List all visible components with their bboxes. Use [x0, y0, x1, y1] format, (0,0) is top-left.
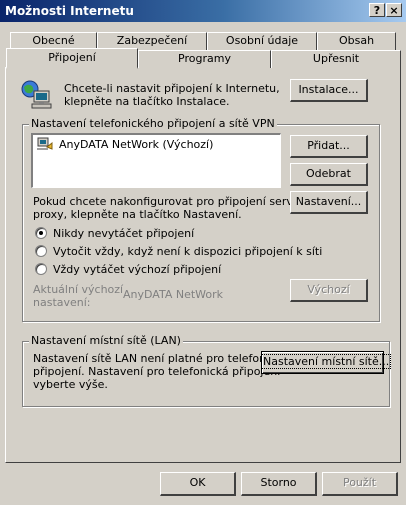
- radio-always-dial[interactable]: [35, 263, 47, 275]
- dialup-group-label: Nastavení telefonického připojení a sítě…: [29, 117, 277, 130]
- current-default-label-line2: nastavení:: [33, 296, 91, 309]
- tab-pripojeni[interactable]: Připojení: [6, 48, 138, 69]
- radio-dial-when-no-network-label[interactable]: Vytočit vždy, když není k dispozici přip…: [53, 245, 322, 258]
- tab-upresnit[interactable]: Upřesnit: [271, 50, 401, 68]
- window-title: Možnosti Internetu: [5, 4, 134, 18]
- lan-text-line3: vyberte výše.: [33, 378, 108, 391]
- proxy-text-line2: proxy, klepněte na tlačítko Nastavení.: [33, 208, 242, 221]
- tab-programy[interactable]: Programy: [138, 50, 271, 68]
- set-default-button[interactable]: Výchozí: [290, 279, 368, 302]
- lan-settings-button[interactable]: Nastavení místní sítě...: [260, 351, 392, 374]
- lan-text-line2: připojení. Nastavení pro telefonická při…: [33, 365, 281, 378]
- dialup-connection-icon: [37, 137, 53, 151]
- lan-group-label: Nastavení místní sítě (LAN): [29, 334, 183, 347]
- settings-button[interactable]: Nastavení...: [290, 191, 368, 214]
- help-button[interactable]: ?: [369, 3, 385, 17]
- network-setup-icon: [20, 79, 52, 111]
- setup-text-line2: klepněte na tlačítko Instalace.: [64, 95, 230, 108]
- install-button[interactable]: Instalace...: [290, 79, 368, 102]
- connections-list[interactable]: AnyDATA NetWork (Výchozí): [31, 133, 281, 188]
- setup-text-line1: Chcete-li nastavit připojení k Internetu…: [64, 82, 280, 95]
- add-button[interactable]: Přidat...: [290, 135, 368, 158]
- current-default-label-line1: Aktuální výchozí: [33, 283, 124, 296]
- remove-button[interactable]: Odebrat: [290, 163, 368, 186]
- lan-settings-label: Nastavení místní sítě...: [260, 354, 392, 369]
- tab-obsah[interactable]: Obsah: [317, 32, 396, 50]
- cancel-button[interactable]: Storno: [241, 472, 317, 496]
- apply-button[interactable]: Použít: [322, 472, 398, 496]
- proxy-text-line1: Pokud chcete nakonfigurovat pro připojen…: [33, 195, 305, 208]
- radio-never-dial[interactable]: [35, 227, 47, 239]
- connection-item-name[interactable]: AnyDATA NetWork (Výchozí): [58, 138, 214, 151]
- current-default-value: AnyDATA NetWork: [123, 288, 224, 301]
- close-button[interactable]: ×: [386, 3, 402, 17]
- radio-always-dial-label[interactable]: Vždy vytáčet výchozí připojení: [53, 263, 221, 276]
- ok-button[interactable]: OK: [160, 472, 236, 496]
- tab-osobni-udaje[interactable]: Osobní údaje: [207, 32, 317, 50]
- radio-never-dial-label[interactable]: Nikdy nevytáčet připojení: [53, 227, 194, 240]
- radio-dial-when-no-network[interactable]: [35, 245, 47, 257]
- lan-text-line1: Nastavení sítě LAN není platné pro telef…: [33, 352, 289, 365]
